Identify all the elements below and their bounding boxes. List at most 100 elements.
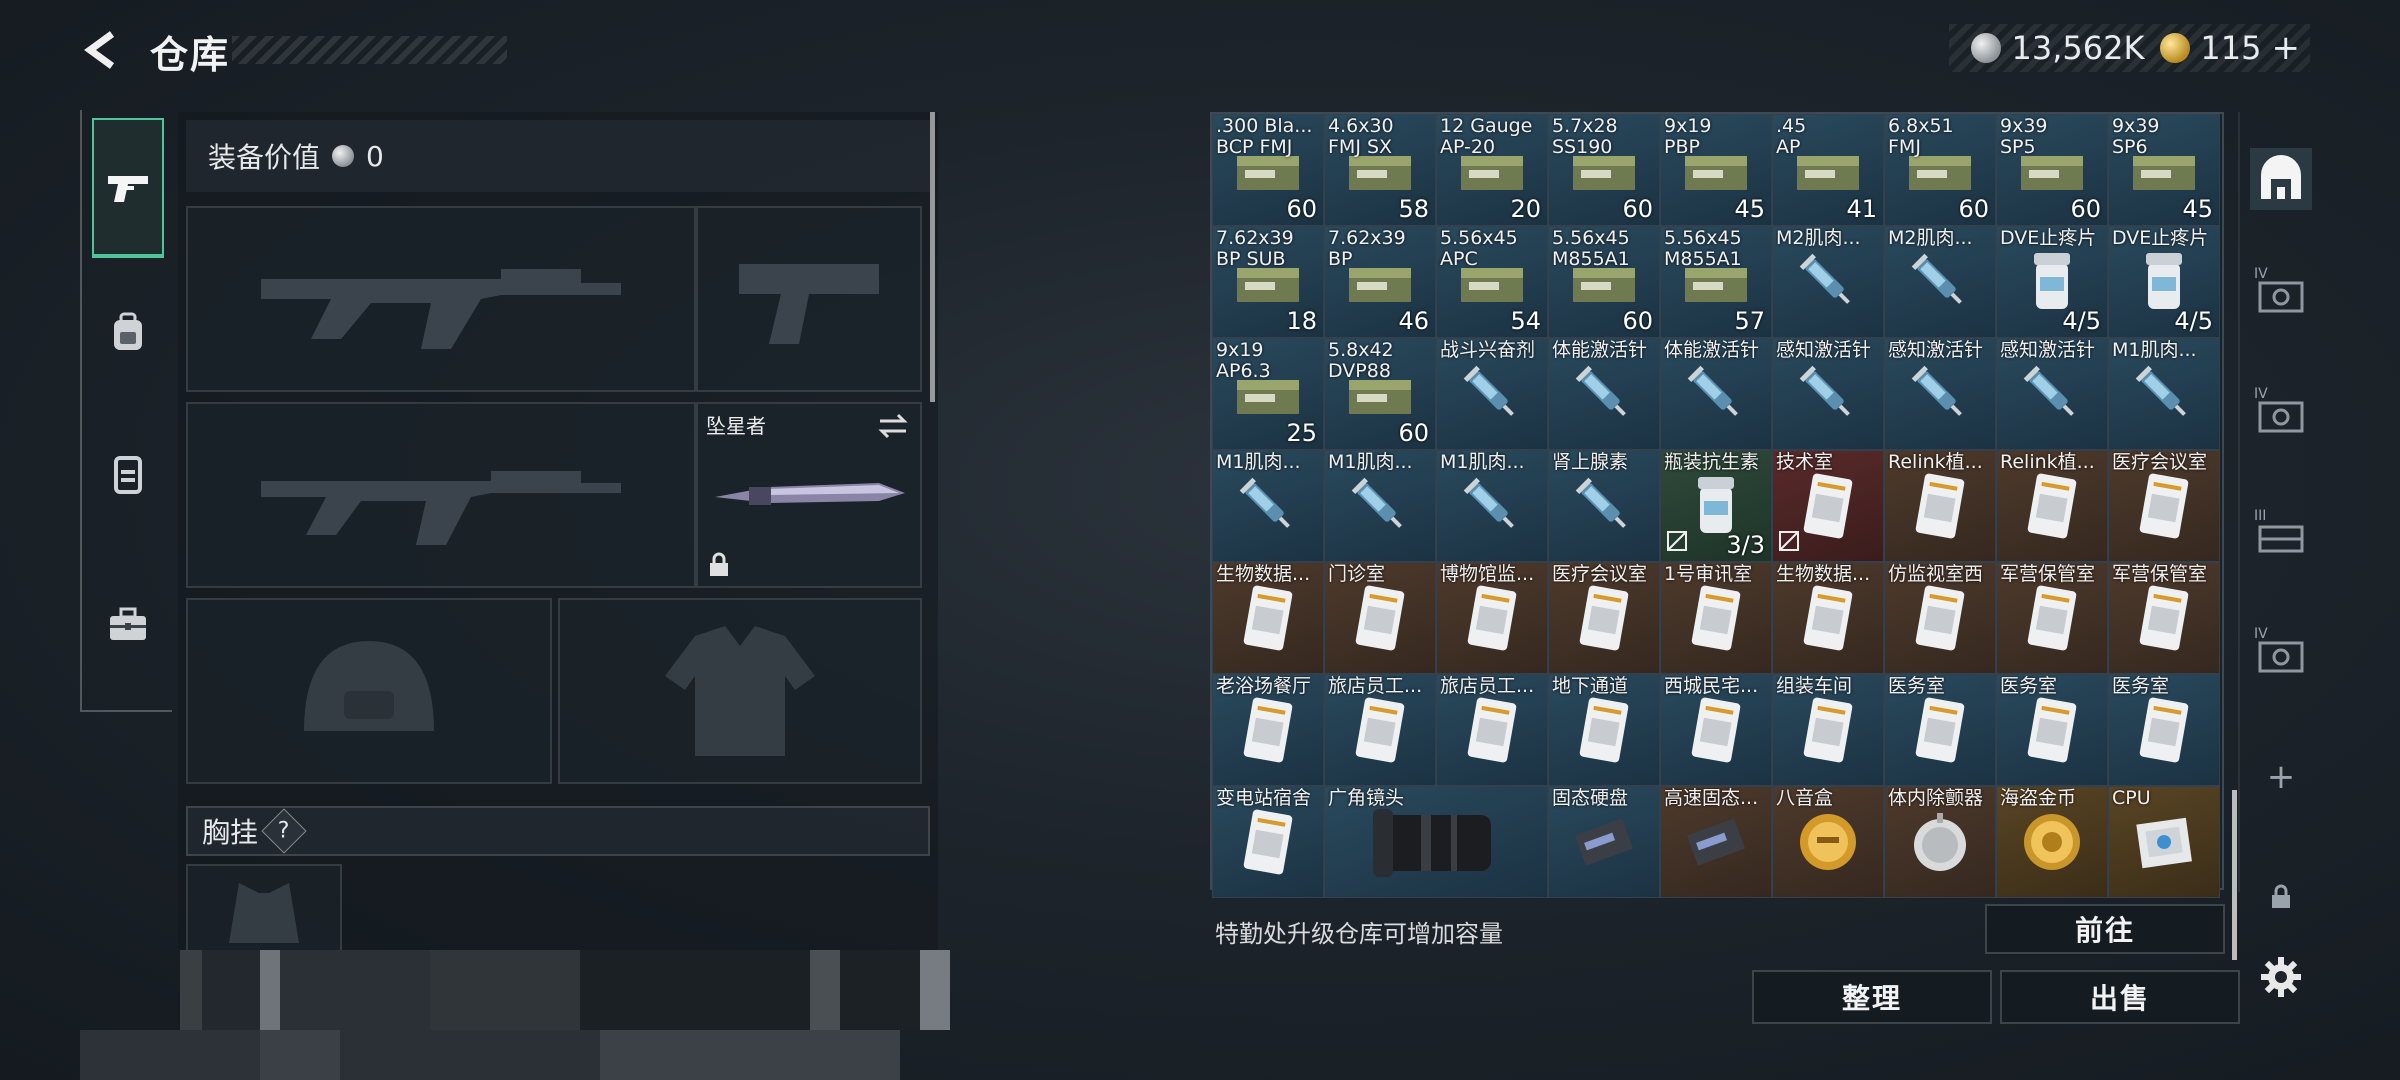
helmet-slot[interactable] bbox=[186, 598, 552, 784]
warehouse-item[interactable]: 肾上腺素 bbox=[1548, 450, 1660, 562]
warehouse-item[interactable]: 固态硬盘 bbox=[1548, 786, 1660, 898]
warehouse-item[interactable]: 广角镜头 bbox=[1324, 786, 1548, 898]
warehouse-item[interactable]: 高速固态... bbox=[1660, 786, 1772, 898]
warehouse-item[interactable]: DVE止疼片 4/5 bbox=[2108, 226, 2220, 338]
warehouse-item[interactable]: 体能激活针 bbox=[1548, 338, 1660, 450]
warehouse-item[interactable]: 医疗会议室 bbox=[1548, 562, 1660, 674]
warehouse-item[interactable]: 7.62x39 BP SUB 18 bbox=[1212, 226, 1324, 338]
warehouse-item[interactable]: 5.7x28 SS190 60 bbox=[1548, 114, 1660, 226]
warehouse-item[interactable]: Relink植... bbox=[1884, 450, 1996, 562]
secondary-weapon-slot[interactable] bbox=[186, 402, 696, 588]
rail-item-ext-4[interactable]: IV bbox=[2250, 624, 2312, 686]
primary-weapon-slot[interactable] bbox=[186, 206, 696, 392]
goto-button[interactable]: 前往 bbox=[1985, 904, 2225, 954]
nav-vest[interactable] bbox=[92, 438, 164, 510]
item-count: 60 bbox=[1958, 195, 1989, 223]
help-icon[interactable]: ? bbox=[261, 808, 307, 854]
nav-backpack[interactable] bbox=[92, 296, 164, 368]
settings-button[interactable] bbox=[2250, 946, 2312, 1008]
warehouse-item[interactable]: DVE止疼片 4/5 bbox=[1996, 226, 2108, 338]
item-name: 地下通道 bbox=[1552, 676, 1629, 697]
warehouse-item[interactable]: 9x19 AP6.3 25 bbox=[1212, 338, 1324, 450]
rail-item-ext-3[interactable]: III bbox=[2250, 506, 2312, 568]
warehouse-item[interactable]: 12 Gauge AP-20 20 bbox=[1436, 114, 1548, 226]
warehouse-item[interactable]: .45 AP 41 bbox=[1772, 114, 1884, 226]
warehouse-item[interactable]: 体内除颤器 bbox=[1884, 786, 1996, 898]
warehouse-item[interactable]: 9x19 PBP 45 bbox=[1660, 114, 1772, 226]
warehouse-item[interactable]: 5.56x45 M855A1 57 bbox=[1660, 226, 1772, 338]
warehouse-item[interactable]: 感知激活针 bbox=[1772, 338, 1884, 450]
item-name: 医疗会议室 bbox=[2112, 452, 2208, 473]
warehouse-item[interactable]: M1肌肉... bbox=[1212, 450, 1324, 562]
gear-icon bbox=[2261, 957, 2301, 997]
warehouse-item[interactable]: 门诊室 bbox=[1324, 562, 1436, 674]
back-button[interactable] bbox=[78, 28, 122, 72]
warehouse-item[interactable]: 老浴场餐厅 bbox=[1212, 674, 1324, 786]
currency-gold[interactable]: 115 + bbox=[2160, 28, 2300, 68]
warehouse-item[interactable]: M2肌肉... bbox=[1884, 226, 1996, 338]
warehouse-item[interactable]: 感知激活针 bbox=[1996, 338, 2108, 450]
item-name: 军营保管室 bbox=[2112, 564, 2208, 585]
warehouse-item[interactable]: 军营保管室 bbox=[2108, 562, 2220, 674]
warehouse-item[interactable]: 地下通道 bbox=[1548, 674, 1660, 786]
warehouse-item[interactable]: 5.56x45 M855A1 60 bbox=[1548, 226, 1660, 338]
warehouse-item[interactable]: 战斗兴奋剂 bbox=[1436, 338, 1548, 450]
warehouse-item[interactable]: 瓶装抗生素 3/3 bbox=[1660, 450, 1772, 562]
warehouse-item[interactable]: Relink植... bbox=[1996, 450, 2108, 562]
warehouse-item[interactable]: 西城民宅... bbox=[1660, 674, 1772, 786]
warehouse-item[interactable]: 生物数据... bbox=[1212, 562, 1324, 674]
warehouse-item[interactable]: 1号审讯室 bbox=[1660, 562, 1772, 674]
rail-item-ext-2[interactable]: IV bbox=[2250, 384, 2312, 446]
warehouse-item[interactable]: 5.56x45 APC 54 bbox=[1436, 226, 1548, 338]
warehouse-item[interactable]: 变电站宿舍 bbox=[1212, 786, 1324, 898]
sell-button[interactable]: 出售 bbox=[2000, 970, 2240, 1024]
item-subname: FMJ SX bbox=[1328, 136, 1393, 158]
warehouse-item[interactable]: M2肌肉... bbox=[1772, 226, 1884, 338]
loadout-scrollbar[interactable] bbox=[930, 112, 935, 402]
melee-slot[interactable]: 坠星者 bbox=[696, 402, 922, 588]
add-gold-icon[interactable]: + bbox=[2272, 28, 2301, 68]
warehouse-item[interactable]: 医务室 bbox=[2108, 674, 2220, 786]
currency-silver[interactable]: 13,562K bbox=[1971, 29, 2144, 67]
warehouse-item[interactable]: 9x39 SP5 60 bbox=[1996, 114, 2108, 226]
warehouse-item[interactable]: 医疗会议室 bbox=[2108, 450, 2220, 562]
warehouse-item[interactable]: 5.8x42 DVP88 60 bbox=[1324, 338, 1436, 450]
warehouse-item[interactable]: 医务室 bbox=[1996, 674, 2108, 786]
back-arrow-icon bbox=[84, 31, 115, 69]
sidearm-slot[interactable] bbox=[696, 206, 922, 392]
warehouse-item[interactable]: 医务室 bbox=[1884, 674, 1996, 786]
warehouse-item[interactable]: 9x39 SP6 45 bbox=[2108, 114, 2220, 226]
rail-item-warehouse[interactable] bbox=[2250, 148, 2312, 210]
gold-amount: 115 bbox=[2200, 29, 2262, 67]
warehouse-item[interactable]: M1肌肉... bbox=[1324, 450, 1436, 562]
warehouse-item[interactable]: 八音盒 bbox=[1772, 786, 1884, 898]
warehouse-item[interactable]: 7.62x39 BP 46 bbox=[1324, 226, 1436, 338]
warehouse-item[interactable]: 仿监视室西 bbox=[1884, 562, 1996, 674]
warehouse-item[interactable]: 技术室 bbox=[1772, 450, 1884, 562]
sort-button[interactable]: 整理 bbox=[1752, 970, 1992, 1024]
warehouse-item[interactable]: M1肌肉... bbox=[2108, 338, 2220, 450]
warehouse-item[interactable]: 旅店员工... bbox=[1324, 674, 1436, 786]
warehouse-item[interactable]: M1肌肉... bbox=[1436, 450, 1548, 562]
item-name: M2肌肉... bbox=[1776, 228, 1861, 249]
nav-weapons[interactable] bbox=[92, 118, 164, 258]
warehouse-item[interactable]: 6.8x51 FMJ 60 bbox=[1884, 114, 1996, 226]
warehouse-item[interactable]: CPU bbox=[2108, 786, 2220, 898]
warehouse-item[interactable]: 体能激活针 bbox=[1660, 338, 1772, 450]
warehouse-item[interactable]: 生物数据... bbox=[1772, 562, 1884, 674]
warehouse-item[interactable]: 感知激活针 bbox=[1884, 338, 1996, 450]
warehouse-item[interactable]: 4.6x30 FMJ SX 58 bbox=[1324, 114, 1436, 226]
warehouse-item[interactable]: 博物馆监... bbox=[1436, 562, 1548, 674]
warehouse-item[interactable]: .300 Bla... BCP FMJ 60 bbox=[1212, 114, 1324, 226]
rail-item-ext-1[interactable]: IV bbox=[2250, 264, 2312, 326]
warehouse-item[interactable]: 旅店员工... bbox=[1436, 674, 1548, 786]
warehouse-item[interactable]: 海盗金币 bbox=[1996, 786, 2108, 898]
add-storage-button[interactable]: + bbox=[2250, 746, 2312, 808]
silver-coin-icon bbox=[332, 145, 355, 167]
chest-rig-slot[interactable] bbox=[186, 864, 342, 950]
warehouse-scrollbar[interactable] bbox=[2232, 790, 2237, 960]
warehouse-item[interactable]: 军营保管室 bbox=[1996, 562, 2108, 674]
armor-slot[interactable] bbox=[558, 598, 922, 784]
warehouse-item[interactable]: 组装车间 bbox=[1772, 674, 1884, 786]
nav-toolbox[interactable] bbox=[92, 588, 164, 660]
